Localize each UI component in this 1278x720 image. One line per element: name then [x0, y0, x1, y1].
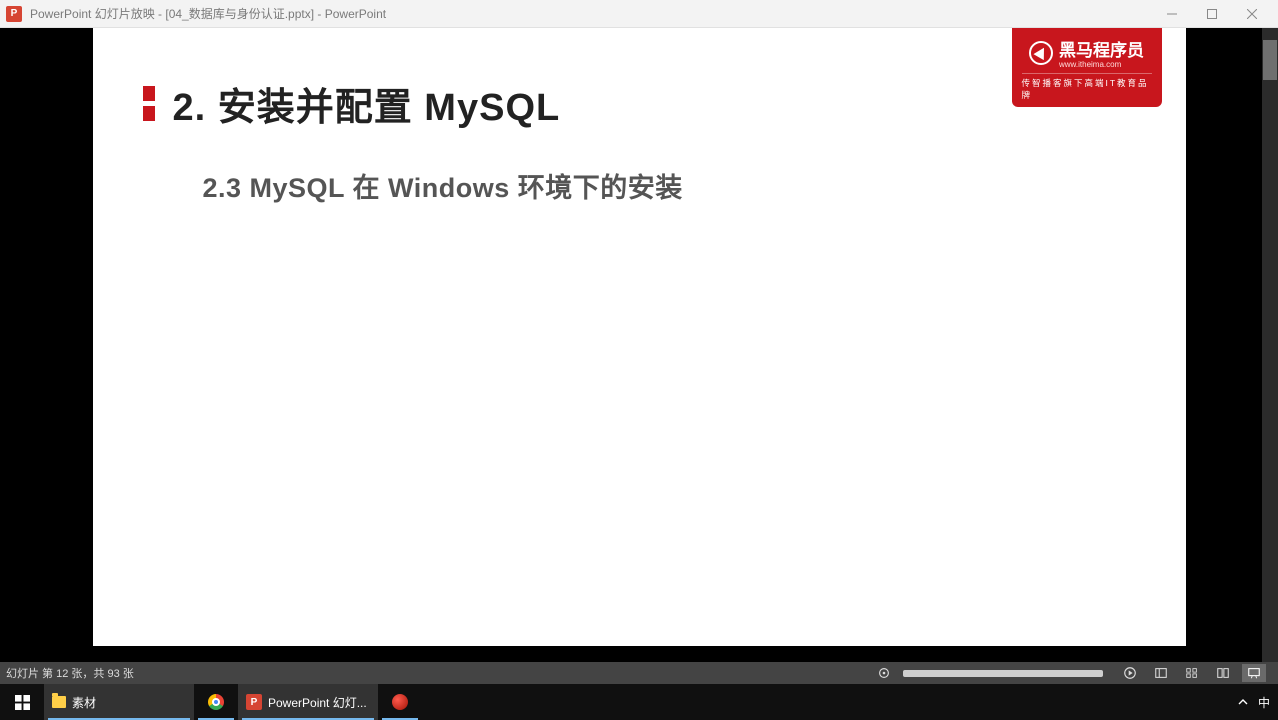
powerpoint-app-icon: P	[6, 6, 22, 22]
start-button[interactable]	[0, 684, 44, 720]
pen-tools-icon[interactable]	[872, 664, 896, 682]
normal-view-icon[interactable]	[1149, 664, 1173, 682]
maximize-button[interactable]	[1192, 2, 1232, 26]
play-icon[interactable]	[1118, 664, 1142, 682]
slide-subheading: 2.3 MySQL 在 Windows 环境下的安装	[203, 166, 683, 205]
folder-icon	[52, 696, 66, 708]
taskbar-item-label: PowerPoint 幻灯...	[268, 694, 367, 711]
slide-heading-row: 2. 安装并配置 MySQL	[143, 76, 561, 131]
ime-indicator[interactable]: 中	[1258, 694, 1270, 711]
presentation-viewport[interactable]: 2. 安装并配置 MySQL 2.3 MySQL 在 Windows 环境下的安…	[0, 28, 1278, 662]
chrome-icon	[208, 694, 224, 710]
slide-heading: 2. 安装并配置 MySQL	[173, 76, 561, 131]
brand-name: 黑马程序员	[1059, 36, 1144, 61]
window-controls	[1152, 2, 1272, 26]
taskbar-item-explorer[interactable]: 素材	[44, 684, 194, 720]
minimize-button[interactable]	[1152, 2, 1192, 26]
taskbar-item-recorder[interactable]	[378, 684, 422, 720]
slide-sorter-view-icon[interactable]	[1180, 664, 1204, 682]
close-button[interactable]	[1232, 2, 1272, 26]
slide: 2. 安装并配置 MySQL 2.3 MySQL 在 Windows 环境下的安…	[93, 28, 1186, 646]
brand-badge: 黑马程序员 www.itheima.com 传智播客旗下高端IT教育品牌	[1012, 28, 1162, 107]
brand-url: www.itheima.com	[1059, 60, 1144, 69]
reading-view-icon[interactable]	[1211, 664, 1235, 682]
window-title: PowerPoint 幻灯片放映 - [04_数据库与身份认证.pptx] - …	[30, 5, 1152, 22]
statusbar: 幻灯片 第 12 张，共 93 张	[0, 662, 1278, 684]
brand-tagline: 传智播客旗下高端IT教育品牌	[1022, 77, 1152, 101]
slide-counter: 幻灯片 第 12 张，共 93 张	[6, 665, 872, 681]
powerpoint-icon: P	[246, 694, 262, 710]
chevron-up-icon[interactable]	[1238, 697, 1248, 707]
brand-logo-icon	[1029, 41, 1053, 65]
horizontal-scroll-track[interactable]	[903, 670, 1103, 677]
vertical-scrollbar[interactable]	[1262, 28, 1278, 662]
taskbar-item-powerpoint[interactable]: P PowerPoint 幻灯...	[238, 684, 378, 720]
windows-taskbar: 素材 P PowerPoint 幻灯... 中	[0, 684, 1278, 720]
scrollbar-thumb[interactable]	[1263, 40, 1277, 80]
window-titlebar: P PowerPoint 幻灯片放映 - [04_数据库与身份认证.pptx] …	[0, 0, 1278, 28]
taskbar-item-chrome[interactable]	[194, 684, 238, 720]
record-icon	[392, 694, 408, 710]
heading-bullet-icon	[143, 86, 155, 121]
system-tray[interactable]: 中	[1230, 694, 1278, 711]
slideshow-view-icon[interactable]	[1242, 664, 1266, 682]
taskbar-item-label: 素材	[72, 694, 96, 711]
